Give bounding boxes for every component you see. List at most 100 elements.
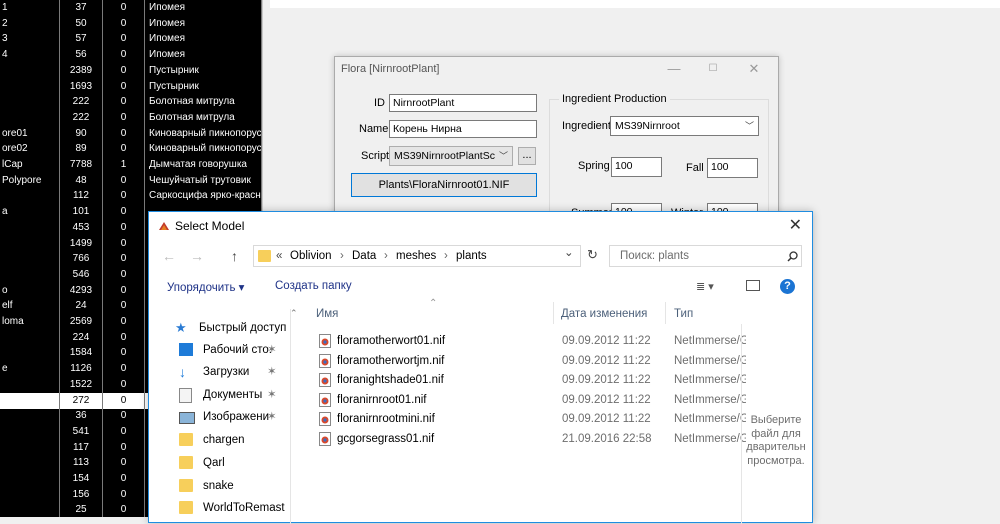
table-row[interactable]: 222 0 Болотная митрула: [0, 109, 262, 127]
table-cell: Polypore: [0, 172, 60, 189]
column-name[interactable]: Имя: [316, 308, 338, 320]
nif-file-icon: [319, 432, 331, 446]
select-model-dialog: Select Model ✕ ← → ↑ « Oblivion › Data ›…: [148, 211, 813, 524]
refresh-icon[interactable]: ↻: [587, 247, 598, 263]
file-name: floranirnroot01.nif: [337, 393, 427, 406]
table-cell: [0, 455, 60, 472]
chevron-down-icon[interactable]: ⌄: [564, 243, 574, 263]
table-row[interactable]: ore01 90 0 Киноварный пикнопорус: [0, 125, 262, 142]
breadcrumb-separator: ›: [384, 250, 388, 262]
column-divider: [665, 302, 666, 324]
table-cell: 0: [103, 439, 145, 456]
table-cell: 0: [103, 361, 145, 378]
fall-field[interactable]: 100: [707, 158, 758, 178]
table-row[interactable]: 3 57 0 Ипомея: [0, 31, 262, 48]
breadcrumb-data[interactable]: Data: [352, 246, 376, 266]
close-icon[interactable]: ✕: [789, 215, 802, 235]
preview-pane-icon[interactable]: [746, 280, 760, 291]
table-row[interactable]: 1693 0 Пустырник: [0, 78, 262, 95]
table-row[interactable]: 222 0 Болотная митрула: [0, 94, 262, 111]
id-label: ID: [374, 97, 385, 109]
new-folder-button[interactable]: Создать папку: [275, 280, 352, 292]
table-cell: 0: [103, 376, 145, 394]
view-options-icon[interactable]: ≣ ▾: [696, 280, 714, 293]
table-cell: 766: [60, 251, 103, 268]
table-row[interactable]: 112 0 Саркосцифа ярко-красная: [0, 188, 262, 205]
column-type[interactable]: Тип: [674, 308, 693, 320]
app-icon: [159, 222, 169, 230]
organize-button[interactable]: Упорядочить ▾: [167, 280, 244, 294]
file-row[interactable]: gcgorsegrass01.nif 21.09.2016 22:58 NetImm…: [317, 429, 752, 449]
name-label: Name: [359, 123, 389, 135]
file-type: NetImmerse/Gamebryo: [674, 433, 746, 445]
breadcrumb-meshes[interactable]: meshes: [396, 246, 436, 266]
breadcrumb-oblivion[interactable]: Oblivion: [290, 246, 332, 266]
fall-label: Fall: [686, 162, 704, 174]
table-row[interactable]: lCap 7788 1 Дымчатая говорушка: [0, 157, 262, 174]
table-cell: 1522: [60, 376, 103, 394]
preview-pane-text: Выберите файл для дварительн просмотра.: [746, 414, 806, 467]
script-browse-button[interactable]: ...: [518, 147, 536, 165]
table-cell: 48: [60, 172, 103, 189]
file-row[interactable]: floranirnrootmini.nif 09.09.2012 11:22 Net…: [317, 409, 752, 429]
table-row[interactable]: 2 50 0 Ипомея: [0, 15, 262, 32]
close-button[interactable]: ✕: [742, 59, 766, 79]
nav-scrollbar[interactable]: [290, 309, 297, 524]
table-cell: [0, 471, 60, 488]
address-prefix: «: [276, 250, 283, 262]
chevron-down-icon: ﹀: [744, 121, 754, 131]
table-cell: 0: [103, 314, 145, 331]
table-cell: 0: [103, 329, 145, 346]
nif-file-icon: [319, 334, 331, 348]
table-row[interactable]: ore02 89 0 Киноварный пикнопорус: [0, 141, 262, 158]
file-row[interactable]: floramotherwortjm.nif 09.09.2012 11:22 Net…: [317, 351, 752, 371]
table-cell: Болотная митрула: [145, 94, 262, 111]
table-cell: 37: [60, 0, 103, 17]
file-type: NetImmerse/Gamebryo: [674, 374, 746, 387]
table-row[interactable]: 4 56 0 Ипомея: [0, 47, 262, 64]
search-icon[interactable]: [787, 251, 798, 262]
table-cell: 50: [60, 15, 103, 32]
minimize-button[interactable]: —: [662, 59, 686, 79]
breadcrumb-separator: ›: [444, 250, 448, 262]
table-cell: 1584: [60, 345, 103, 362]
table-row[interactable]: 2389 0 Пустырник: [0, 62, 262, 80]
id-field[interactable]: NirnrootPlant: [389, 94, 537, 112]
flora-dialog-title: Flora [NirnrootPlant]: [341, 63, 440, 75]
forward-icon[interactable]: →: [190, 248, 204, 264]
help-icon[interactable]: ?: [780, 279, 795, 294]
top-strip: [270, 0, 1000, 8]
column-date[interactable]: Дата изменения: [561, 308, 647, 320]
search-input[interactable]: Поиск: plants: [609, 245, 802, 267]
ingredient-label: Ingredient: [562, 120, 611, 132]
table-cell: 154: [60, 471, 103, 488]
file-row[interactable]: floranirnroot01.nif 09.09.2012 11:22 NetIm…: [317, 390, 752, 410]
table-row[interactable]: 1 37 0 Ипомея: [0, 0, 262, 17]
table-cell: [0, 329, 60, 346]
table-cell: 1126: [60, 361, 103, 378]
table-cell: 0: [103, 235, 145, 252]
table-cell: 453: [60, 219, 103, 237]
spring-field[interactable]: 100: [611, 157, 662, 177]
folder-icon: [179, 433, 193, 446]
table-cell: 222: [60, 109, 103, 127]
pin-icon: ✶: [267, 411, 277, 423]
back-icon[interactable]: ←: [162, 248, 176, 264]
file-row[interactable]: floranightshade01.nif 09.09.2012 11:22 Net…: [317, 370, 752, 390]
script-dropdown[interactable]: MS39NirnrootPlantSc ﹀: [389, 146, 513, 166]
model-button[interactable]: Plants\FloraNirnroot01.NIF: [351, 173, 537, 197]
up-icon[interactable]: ↑: [231, 248, 238, 264]
nif-file-icon: [319, 412, 331, 427]
file-row[interactable]: floramotherwort01.nif 09.09.2012 11:22 Net…: [317, 331, 752, 351]
table-cell: Саркосцифа ярко-красная: [145, 188, 262, 205]
table-cell: 0: [103, 266, 145, 284]
table-cell: 224: [60, 329, 103, 346]
maximize-button[interactable]: ☐: [701, 59, 725, 79]
breadcrumb-plants[interactable]: plants: [456, 246, 487, 266]
table-row[interactable]: Polypore 48 0 Чешуйчатый трутовик: [0, 172, 262, 189]
ingredient-dropdown[interactable]: MS39Nirnroot ﹀: [610, 116, 759, 136]
name-field[interactable]: Корень Нирна: [389, 120, 537, 138]
table-cell: 0: [103, 219, 145, 237]
table-cell: [0, 235, 60, 252]
address-bar[interactable]: « Oblivion › Data › meshes › plants ⌄: [253, 245, 581, 267]
